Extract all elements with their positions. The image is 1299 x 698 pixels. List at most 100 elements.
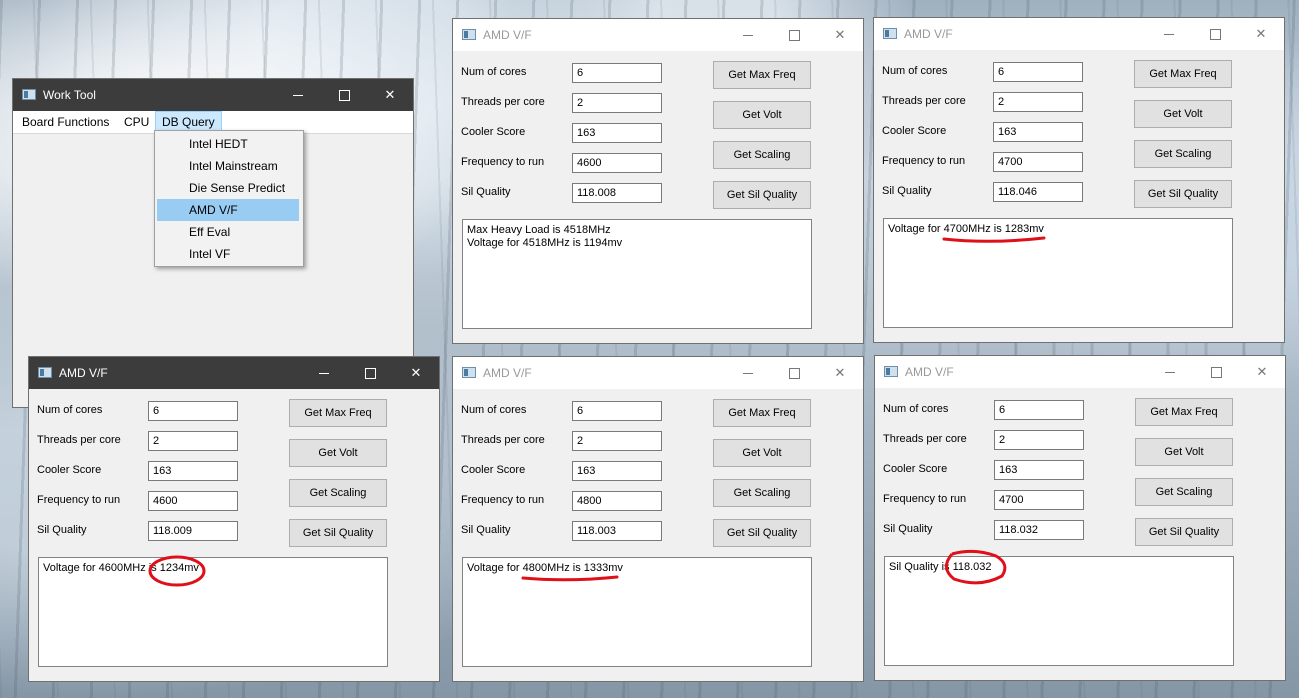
- app-icon: [38, 367, 52, 378]
- input-cores[interactable]: 6: [572, 401, 662, 421]
- get-max-freq-button[interactable]: Get Max Freq: [289, 399, 387, 427]
- minimize-icon[interactable]: [725, 357, 771, 389]
- close-icon[interactable]: ✕: [367, 79, 413, 111]
- minimize-icon[interactable]: [1147, 356, 1193, 388]
- close-icon[interactable]: ✕: [1239, 356, 1285, 388]
- maximize-icon[interactable]: [1192, 18, 1238, 50]
- label-threads: Threads per core: [882, 95, 966, 107]
- title-bar[interactable]: AMD V/F ✕: [453, 19, 863, 51]
- menu-item-intel-hedt[interactable]: Intel HEDT: [157, 133, 299, 155]
- maximize-icon[interactable]: [347, 357, 393, 389]
- title-bar[interactable]: AMD V/F ✕: [875, 356, 1285, 388]
- maximize-icon[interactable]: [321, 79, 367, 111]
- input-threads[interactable]: 2: [572, 431, 662, 451]
- title-bar[interactable]: AMD V/F ✕: [29, 357, 439, 389]
- close-icon[interactable]: ✕: [817, 19, 863, 51]
- get-sil-quality-button[interactable]: Get Sil Quality: [1135, 518, 1233, 546]
- input-cores[interactable]: 6: [993, 62, 1083, 82]
- menu-cpu[interactable]: CPU: [118, 111, 155, 133]
- output-box[interactable]: Voltage for 4600MHz is 1234mv: [38, 557, 388, 667]
- window-title: AMD V/F: [483, 366, 532, 380]
- amd-vf-window-1: AMD V/F ✕ Num of cores 6 Threads per core 2 Co…: [452, 18, 864, 344]
- maximize-icon[interactable]: [771, 357, 817, 389]
- input-cooler[interactable]: 163: [993, 122, 1083, 142]
- maximize-icon[interactable]: [771, 19, 817, 51]
- minimize-icon[interactable]: [301, 357, 347, 389]
- menu-board-functions[interactable]: Board Functions: [16, 111, 115, 133]
- input-sil[interactable]: 118.046: [993, 182, 1083, 202]
- input-cores[interactable]: 6: [994, 400, 1084, 420]
- close-icon[interactable]: ✕: [393, 357, 439, 389]
- get-sil-quality-button[interactable]: Get Sil Quality: [1134, 180, 1232, 208]
- get-scaling-button[interactable]: Get Scaling: [1135, 478, 1233, 506]
- minimize-icon[interactable]: [275, 79, 321, 111]
- input-freq[interactable]: 4700: [993, 152, 1083, 172]
- input-cooler[interactable]: 163: [572, 461, 662, 481]
- menu-item-intel-vf[interactable]: Intel VF: [157, 243, 299, 265]
- input-freq[interactable]: 4600: [572, 153, 662, 173]
- label-freq: Frequency to run: [461, 156, 545, 168]
- get-volt-button[interactable]: Get Volt: [713, 101, 811, 129]
- output-box[interactable]: Voltage for 4800MHz is 1333mv: [462, 557, 812, 667]
- get-max-freq-button[interactable]: Get Max Freq: [713, 61, 811, 89]
- input-sil[interactable]: 118.032: [994, 520, 1084, 540]
- output-box[interactable]: Max Heavy Load is 4518MHz Voltage for 451…: [462, 219, 812, 329]
- input-threads[interactable]: 2: [994, 430, 1084, 450]
- get-volt-button[interactable]: Get Volt: [1134, 100, 1232, 128]
- get-scaling-button[interactable]: Get Scaling: [713, 479, 811, 507]
- amd-vf-window-3: AMD V/F ✕ Num of cores 6 Threads per core 2 Co…: [28, 356, 440, 682]
- label-cooler: Cooler Score: [882, 125, 947, 137]
- get-volt-button[interactable]: Get Volt: [289, 439, 387, 467]
- label-sil: Sil Quality: [37, 524, 87, 536]
- input-freq[interactable]: 4600: [148, 491, 238, 511]
- output-line: Voltage for 4700MHz is 1283mv: [888, 223, 1044, 235]
- menu-item-eff-eval[interactable]: Eff Eval: [157, 221, 299, 243]
- get-sil-quality-button[interactable]: Get Sil Quality: [713, 519, 811, 547]
- input-freq[interactable]: 4800: [572, 491, 662, 511]
- menu-item-intel-mainstream[interactable]: Intel Mainstream: [157, 155, 299, 177]
- input-cooler[interactable]: 163: [148, 461, 238, 481]
- window-title: AMD V/F: [59, 366, 108, 380]
- get-volt-button[interactable]: Get Volt: [713, 439, 811, 467]
- input-sil[interactable]: 118.003: [572, 521, 662, 541]
- close-icon[interactable]: ✕: [817, 357, 863, 389]
- get-max-freq-button[interactable]: Get Max Freq: [1134, 60, 1232, 88]
- input-threads[interactable]: 2: [148, 431, 238, 451]
- output-line: Voltage for 4518MHz is 1194mv: [467, 237, 623, 249]
- amd-vf-window-2: AMD V/F ✕ Num of cores 6 Threads per core 2 Co…: [873, 17, 1285, 343]
- input-threads[interactable]: 2: [993, 92, 1083, 112]
- maximize-icon[interactable]: [1193, 356, 1239, 388]
- amd-vf-window-4: AMD V/F ✕ Num of cores 6 Threads per core 2 Co…: [452, 356, 864, 682]
- output-box[interactable]: Voltage for 4700MHz is 1283mv: [883, 218, 1233, 328]
- get-scaling-button[interactable]: Get Scaling: [713, 141, 811, 169]
- input-cooler[interactable]: 163: [994, 460, 1084, 480]
- get-max-freq-button[interactable]: Get Max Freq: [713, 399, 811, 427]
- input-freq[interactable]: 4700: [994, 490, 1084, 510]
- input-cores[interactable]: 6: [148, 401, 238, 421]
- title-bar[interactable]: Work Tool ✕: [13, 79, 413, 111]
- get-max-freq-button[interactable]: Get Max Freq: [1135, 398, 1233, 426]
- label-cores: Num of cores: [883, 403, 949, 415]
- output-line: Voltage for 4800MHz is 1333mv: [467, 562, 623, 574]
- close-icon[interactable]: ✕: [1238, 18, 1284, 50]
- input-sil[interactable]: 118.009: [148, 521, 238, 541]
- label-sil: Sil Quality: [882, 185, 932, 197]
- title-bar[interactable]: AMD V/F ✕: [453, 357, 863, 389]
- get-sil-quality-button[interactable]: Get Sil Quality: [289, 519, 387, 547]
- input-threads[interactable]: 2: [572, 93, 662, 113]
- input-sil[interactable]: 118.008: [572, 183, 662, 203]
- title-bar[interactable]: AMD V/F ✕: [874, 18, 1284, 50]
- label-cores: Num of cores: [882, 65, 948, 77]
- get-sil-quality-button[interactable]: Get Sil Quality: [713, 181, 811, 209]
- input-cores[interactable]: 6: [572, 63, 662, 83]
- get-scaling-button[interactable]: Get Scaling: [289, 479, 387, 507]
- get-volt-button[interactable]: Get Volt: [1135, 438, 1233, 466]
- amd-vf-window-5: AMD V/F ✕ Num of cores 6 Threads per core 2 Co…: [874, 355, 1286, 681]
- minimize-icon[interactable]: [725, 19, 771, 51]
- output-box[interactable]: Sil Quality is 118.032: [884, 556, 1234, 666]
- minimize-icon[interactable]: [1146, 18, 1192, 50]
- menu-item-die-sense-predict[interactable]: Die Sense Predict: [157, 177, 299, 199]
- menu-item-amd-vf[interactable]: AMD V/F: [157, 199, 299, 221]
- input-cooler[interactable]: 163: [572, 123, 662, 143]
- get-scaling-button[interactable]: Get Scaling: [1134, 140, 1232, 168]
